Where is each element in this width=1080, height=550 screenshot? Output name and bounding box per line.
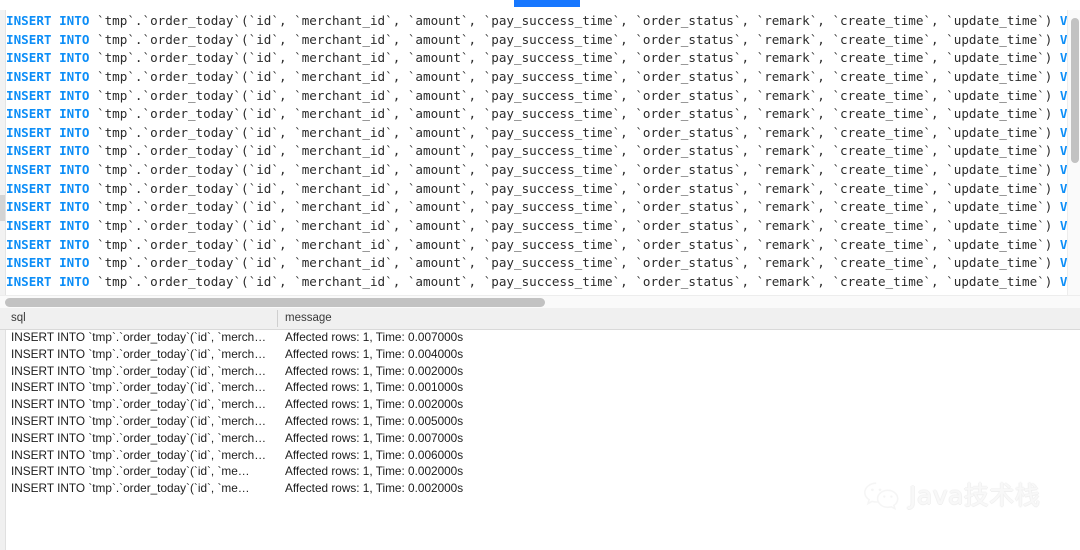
sql-keyword: INSERT INTO	[6, 199, 90, 215]
cell-sql[interactable]: INSERT INTO `tmp`.`order_today`(`id`, `m…	[11, 447, 273, 464]
table-row[interactable]: INSERT INTO `tmp`.`order_today`(`id`, `m…	[0, 346, 1080, 363]
sql-line[interactable]: INSERT INTO `tmp`.`order_today`(`id`, `m…	[6, 31, 1068, 50]
sql-line[interactable]: INSERT INTO `tmp`.`order_today`(`id`, `m…	[6, 68, 1068, 87]
sql-keyword: INSERT INTO	[6, 236, 90, 252]
sql-keyword: INSERT INTO	[6, 106, 90, 122]
cell-sql[interactable]: INSERT INTO `tmp`.`order_today`(`id`, `m…	[11, 379, 273, 396]
column-header-sql[interactable]: sql	[11, 308, 26, 329]
sql-line[interactable]: INSERT INTO `tmp`.`order_today`(`id`, `m…	[6, 254, 1068, 273]
cell-message[interactable]: Affected rows: 1, Time: 0.002000s	[285, 463, 685, 480]
table-row[interactable]: INSERT INTO `tmp`.`order_today`(`id`, `m…	[0, 430, 1080, 447]
sql-body: `tmp`.`order_today`(`id`, `merchant_id`,…	[89, 218, 1060, 234]
sql-keyword: INSERT INTO	[6, 255, 90, 271]
sql-line[interactable]: INSERT INTO `tmp`.`order_today`(`id`, `m…	[6, 180, 1068, 199]
cell-message[interactable]: Affected rows: 1, Time: 0.004000s	[285, 346, 685, 363]
cell-message[interactable]: Affected rows: 1, Time: 0.007000s	[285, 430, 685, 447]
cell-sql[interactable]: INSERT INTO `tmp`.`order_today`(`id`, `m…	[11, 346, 273, 363]
cell-sql[interactable]: INSERT INTO `tmp`.`order_today`(`id`, `m…	[11, 396, 273, 413]
sql-keyword: INSERT INTO	[6, 162, 90, 178]
sql-body: `tmp`.`order_today`(`id`, `merchant_id`,…	[89, 50, 1060, 66]
sql-body: `tmp`.`order_today`(`id`, `merchant_id`,…	[89, 273, 1060, 289]
sql-body: `tmp`.`order_today`(`id`, `merchant_id`,…	[89, 236, 1060, 252]
sql-keyword: INSERT INTO	[6, 124, 90, 140]
sql-line[interactable]: INSERT INTO `tmp`.`order_today`(`id`, `m…	[6, 142, 1068, 161]
sql-line[interactable]: INSERT INTO `tmp`.`order_today`(`id`, `m…	[6, 217, 1068, 236]
table-row[interactable]: INSERT INTO `tmp`.`order_today`(`id`, `m…	[0, 396, 1080, 413]
sql-body: `tmp`.`order_today`(`id`, `merchant_id`,…	[89, 13, 1060, 28]
cell-sql[interactable]: INSERT INTO `tmp`.`order_today`(`id`, `m…	[11, 463, 273, 480]
sql-body: `tmp`.`order_today`(`id`, `merchant_id`,…	[89, 255, 1060, 271]
cell-message[interactable]: Affected rows: 1, Time: 0.002000s	[285, 480, 685, 497]
editor-horizontal-scrollbar[interactable]	[0, 295, 1080, 308]
sql-query-console-window: INSERT INTO `tmp`.`order_today`(`id`, `m…	[0, 0, 1080, 550]
cell-sql[interactable]: INSERT INTO `tmp`.`order_today`(`id`, `m…	[11, 363, 273, 380]
sql-keyword: INSERT INTO	[6, 68, 90, 84]
active-tab[interactable]	[514, 0, 580, 7]
table-row[interactable]: INSERT INTO `tmp`.`order_today`(`id`, `m…	[0, 413, 1080, 430]
results-rows: INSERT INTO `tmp`.`order_today`(`id`, `m…	[0, 329, 1080, 550]
sql-body: `tmp`.`order_today`(`id`, `merchant_id`,…	[89, 68, 1060, 84]
cell-message[interactable]: Affected rows: 1, Time: 0.001000s	[285, 379, 685, 396]
sql-keyword: INSERT INTO	[6, 143, 90, 159]
sql-line[interactable]: INSERT INTO `tmp`.`order_today`(`id`, `m…	[6, 105, 1068, 124]
results-panel: sql message INSERT INTO `tmp`.`order_tod…	[0, 308, 1080, 550]
editor-vertical-scrollbar[interactable]	[1067, 10, 1080, 297]
horizontal-scrollbar-thumb[interactable]	[5, 298, 545, 307]
sql-body: `tmp`.`order_today`(`id`, `merchant_id`,…	[89, 199, 1060, 215]
sql-keyword: INSERT INTO	[6, 50, 90, 66]
sql-line[interactable]: INSERT INTO `tmp`.`order_today`(`id`, `m…	[6, 49, 1068, 68]
cell-message[interactable]: Affected rows: 1, Time: 0.002000s	[285, 396, 685, 413]
sql-body: `tmp`.`order_today`(`id`, `merchant_id`,…	[89, 124, 1060, 140]
sql-keyword: INSERT INTO	[6, 180, 90, 196]
sql-keyword: INSERT INTO	[6, 273, 90, 289]
sql-line[interactable]: INSERT INTO `tmp`.`order_today`(`id`, `m…	[6, 273, 1068, 292]
table-row[interactable]: INSERT INTO `tmp`.`order_today`(`id`, `m…	[0, 447, 1080, 464]
sql-keyword: INSERT INTO	[6, 87, 90, 103]
cell-sql[interactable]: INSERT INTO `tmp`.`order_today`(`id`, `m…	[11, 413, 273, 430]
sql-body: `tmp`.`order_today`(`id`, `merchant_id`,…	[89, 180, 1060, 196]
cell-message[interactable]: Affected rows: 1, Time: 0.006000s	[285, 447, 685, 464]
results-header-row: sql message	[0, 308, 1080, 330]
column-header-message[interactable]: message	[285, 308, 332, 329]
cell-sql[interactable]: INSERT INTO `tmp`.`order_today`(`id`, `m…	[11, 480, 273, 497]
cell-sql[interactable]: INSERT INTO `tmp`.`order_today`(`id`, `m…	[11, 430, 273, 447]
sql-line[interactable]: INSERT INTO `tmp`.`order_today`(`id`, `m…	[6, 198, 1068, 217]
sql-keyword: INSERT INTO	[6, 31, 90, 47]
cell-sql[interactable]: INSERT INTO `tmp`.`order_today`(`id`, `m…	[11, 329, 273, 346]
sql-body: `tmp`.`order_today`(`id`, `merchant_id`,…	[89, 143, 1060, 159]
cell-message[interactable]: Affected rows: 1, Time: 0.005000s	[285, 413, 685, 430]
sql-line[interactable]: INSERT INTO `tmp`.`order_today`(`id`, `m…	[6, 12, 1068, 31]
sql-body: `tmp`.`order_today`(`id`, `merchant_id`,…	[89, 106, 1060, 122]
sql-line[interactable]: INSERT INTO `tmp`.`order_today`(`id`, `m…	[6, 161, 1068, 180]
vertical-scrollbar-thumb[interactable]	[1071, 18, 1079, 163]
cell-message[interactable]: Affected rows: 1, Time: 0.007000s	[285, 329, 685, 346]
column-divider[interactable]	[277, 310, 278, 327]
sql-line[interactable]: INSERT INTO `tmp`.`order_today`(`id`, `m…	[6, 87, 1068, 106]
sql-line[interactable]: INSERT INTO `tmp`.`order_today`(`id`, `m…	[6, 124, 1068, 143]
sql-line[interactable]: INSERT INTO `tmp`.`order_today`(`id`, `m…	[6, 236, 1068, 255]
sql-body: `tmp`.`order_today`(`id`, `merchant_id`,…	[89, 162, 1060, 178]
sql-body: `tmp`.`order_today`(`id`, `merchant_id`,…	[89, 31, 1060, 47]
sql-editor-pane[interactable]: INSERT INTO `tmp`.`order_today`(`id`, `m…	[0, 10, 1080, 297]
table-row[interactable]: INSERT INTO `tmp`.`order_today`(`id`, `m…	[0, 480, 1080, 497]
sql-keyword: INSERT INTO	[6, 13, 90, 28]
table-row[interactable]: INSERT INTO `tmp`.`order_today`(`id`, `m…	[0, 463, 1080, 480]
sql-code-area[interactable]: INSERT INTO `tmp`.`order_today`(`id`, `m…	[6, 10, 1068, 297]
table-row[interactable]: INSERT INTO `tmp`.`order_today`(`id`, `m…	[0, 379, 1080, 396]
sql-body: `tmp`.`order_today`(`id`, `merchant_id`,…	[89, 87, 1060, 103]
sql-keyword: INSERT INTO	[6, 218, 90, 234]
cell-message[interactable]: Affected rows: 1, Time: 0.002000s	[285, 363, 685, 380]
gutter-marker	[0, 195, 5, 221]
table-row[interactable]: INSERT INTO `tmp`.`order_today`(`id`, `m…	[0, 329, 1080, 346]
table-row[interactable]: INSERT INTO `tmp`.`order_today`(`id`, `m…	[0, 363, 1080, 380]
